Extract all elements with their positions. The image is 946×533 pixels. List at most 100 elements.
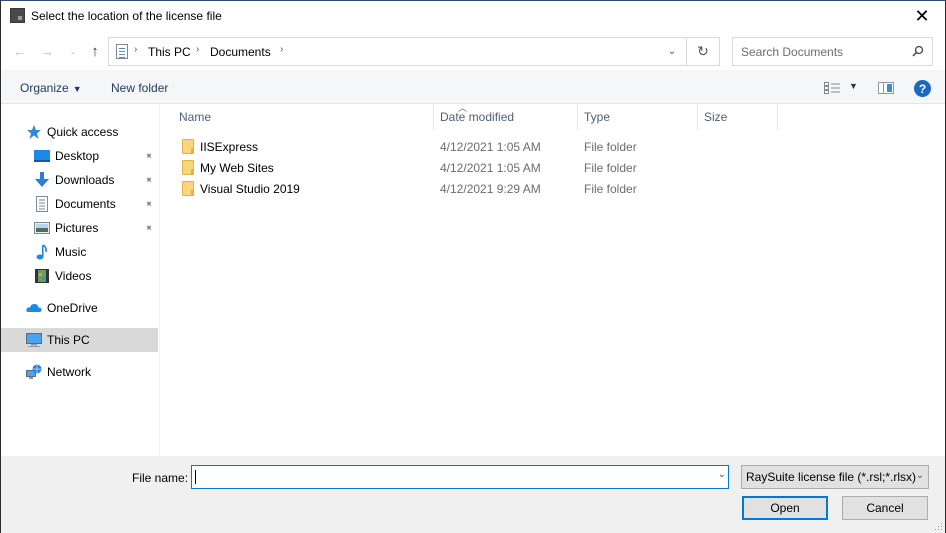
address-bar[interactable]: › This PC › Documents › ⌄ <box>108 37 687 66</box>
sidebar-item-onedrive[interactable]: OneDrive <box>1 296 158 320</box>
sidebar-item-downloads[interactable]: Downloads ✦ <box>1 168 158 192</box>
organize-button[interactable]: Organize ▼ <box>20 81 82 95</box>
column-divider[interactable] <box>777 104 778 130</box>
file-name-combobox: ⌄ <box>191 465 729 489</box>
help-icon: ? <box>918 81 927 96</box>
sidebar-item-desktop[interactable]: Desktop ✦ <box>1 144 158 168</box>
sidebar-item-label: Downloads <box>55 173 115 187</box>
details-view-icon[interactable] <box>824 82 840 94</box>
organize-label: Organize <box>20 81 69 95</box>
forward-button[interactable]: → <box>37 41 57 61</box>
refresh-icon: ↻ <box>697 43 709 59</box>
file-date-modified: 4/12/2021 1:05 AM <box>440 140 541 154</box>
breadcrumb-separator[interactable]: › <box>134 44 137 55</box>
folder-icon <box>182 139 194 154</box>
close-button[interactable]: ✕ <box>899 1 945 32</box>
file-type: File folder <box>584 161 637 175</box>
folder-icon <box>182 181 194 196</box>
app-icon <box>10 8 25 23</box>
column-type[interactable]: Type <box>584 110 610 124</box>
preview-pane-button[interactable] <box>878 82 894 94</box>
file-date-modified: 4/12/2021 9:29 AM <box>440 182 541 196</box>
file-name-input[interactable] <box>192 466 702 488</box>
breadcrumb-separator[interactable]: › <box>280 44 283 55</box>
sidebar-item-music[interactable]: Music <box>1 240 158 264</box>
back-button[interactable]: ← <box>10 41 30 61</box>
caret-down-icon: ▼ <box>72 84 82 94</box>
search-icon[interactable] <box>912 45 924 57</box>
file-row[interactable]: Visual Studio 2019 4/12/2021 9:29 AM Fil… <box>161 178 945 199</box>
column-divider[interactable] <box>577 104 578 130</box>
column-divider[interactable] <box>433 104 434 130</box>
sidebar-item-this-pc[interactable]: This PC <box>1 328 158 352</box>
pin-icon[interactable]: ✦ <box>141 173 155 187</box>
documents-folder-icon <box>116 44 128 59</box>
sidebar-item-label: Quick access <box>47 125 119 139</box>
sidebar-item-label: This PC <box>47 333 90 347</box>
navigation-bar: ← → ⌄ ↑ › This PC › Documents › ⌄ ↻ <box>1 32 945 70</box>
pin-icon[interactable]: ✦ <box>141 221 155 235</box>
breadcrumb-this-pc[interactable]: This PC <box>148 45 191 59</box>
desktop-icon <box>34 150 50 162</box>
sidebar-item-quick-access[interactable]: Quick access <box>1 120 158 144</box>
file-row[interactable]: My Web Sites 4/12/2021 1:05 AM File fold… <box>161 157 945 178</box>
pin-icon[interactable]: ✦ <box>141 197 155 211</box>
open-button[interactable]: Open <box>742 496 828 520</box>
file-type: File folder <box>584 182 637 196</box>
chevron-down-icon: ⌄ <box>915 470 924 481</box>
column-name[interactable]: Name <box>179 110 211 124</box>
column-date-modified[interactable]: Date modified <box>440 110 514 124</box>
sidebar-item-videos[interactable]: Videos <box>1 264 158 288</box>
up-button[interactable]: ↑ <box>85 41 105 61</box>
sidebar-item-label: Documents <box>55 197 116 211</box>
file-row[interactable]: IISExpress 4/12/2021 1:05 AM File folder <box>161 136 945 157</box>
breadcrumb-separator[interactable]: › <box>196 44 199 55</box>
file-date-modified: 4/12/2021 1:05 AM <box>440 161 541 175</box>
cloud-icon <box>26 303 42 312</box>
title-bar: Select the location of the license file … <box>1 1 945 32</box>
search-input[interactable] <box>733 38 908 65</box>
star-icon <box>27 125 41 139</box>
recent-locations-button[interactable]: ⌄ <box>63 41 83 61</box>
sidebar-item-label: OneDrive <box>47 301 98 315</box>
pictures-icon <box>34 222 50 234</box>
arrow-up-icon: ↑ <box>91 42 99 60</box>
arrow-right-icon: → <box>40 43 54 59</box>
sidebar-item-documents[interactable]: Documents ✦ <box>1 192 158 216</box>
column-size[interactable]: Size <box>704 110 727 124</box>
breadcrumb-documents[interactable]: Documents <box>210 45 271 59</box>
sidebar-item-label: Videos <box>55 269 92 283</box>
column-divider[interactable] <box>697 104 698 130</box>
file-name-label: File name: <box>132 471 189 485</box>
column-header: ︿ Name Date modified Type Size <box>161 103 945 130</box>
navigation-pane: Quick access Desktop ✦ Downloads ✦ Docum… <box>1 104 160 456</box>
videos-icon <box>35 269 49 283</box>
new-folder-button[interactable]: New folder <box>111 81 168 95</box>
cancel-button[interactable]: Cancel <box>842 496 928 520</box>
sidebar-item-label: Desktop <box>55 149 100 163</box>
sidebar-item-label: Music <box>55 245 87 259</box>
refresh-button[interactable]: ↻ <box>687 37 720 66</box>
network-icon <box>26 364 42 379</box>
file-open-dialog: Select the location of the license file … <box>0 0 946 533</box>
computer-icon <box>26 333 42 347</box>
resize-grip-icon[interactable] <box>935 523 943 531</box>
search-box <box>732 37 933 66</box>
address-history-dropdown[interactable]: ⌄ <box>657 38 687 65</box>
document-icon <box>36 196 48 212</box>
music-icon <box>36 244 48 260</box>
pin-icon[interactable]: ✦ <box>141 149 155 163</box>
file-type-filter-select[interactable]: RaySuite license file (*.rsl;*.rlsx) ⌄ <box>741 465 929 489</box>
sidebar-item-label: Network <box>47 365 92 379</box>
bottom-panel: File name: ⌄ RaySuite license file (*.rs… <box>1 456 945 533</box>
file-name-dropdown-icon[interactable]: ⌄ <box>718 469 726 480</box>
file-type: File folder <box>584 140 637 154</box>
sidebar-item-label: Pictures <box>55 221 99 235</box>
download-icon <box>35 172 49 187</box>
file-name: IISExpress <box>200 140 259 154</box>
sidebar-item-network[interactable]: Network <box>1 360 158 384</box>
help-button[interactable]: ? <box>914 80 931 97</box>
chevron-down-icon: ⌄ <box>69 46 77 56</box>
sidebar-item-pictures[interactable]: Pictures ✦ <box>1 216 158 240</box>
view-options-caret-icon[interactable]: ▼ <box>849 81 858 91</box>
